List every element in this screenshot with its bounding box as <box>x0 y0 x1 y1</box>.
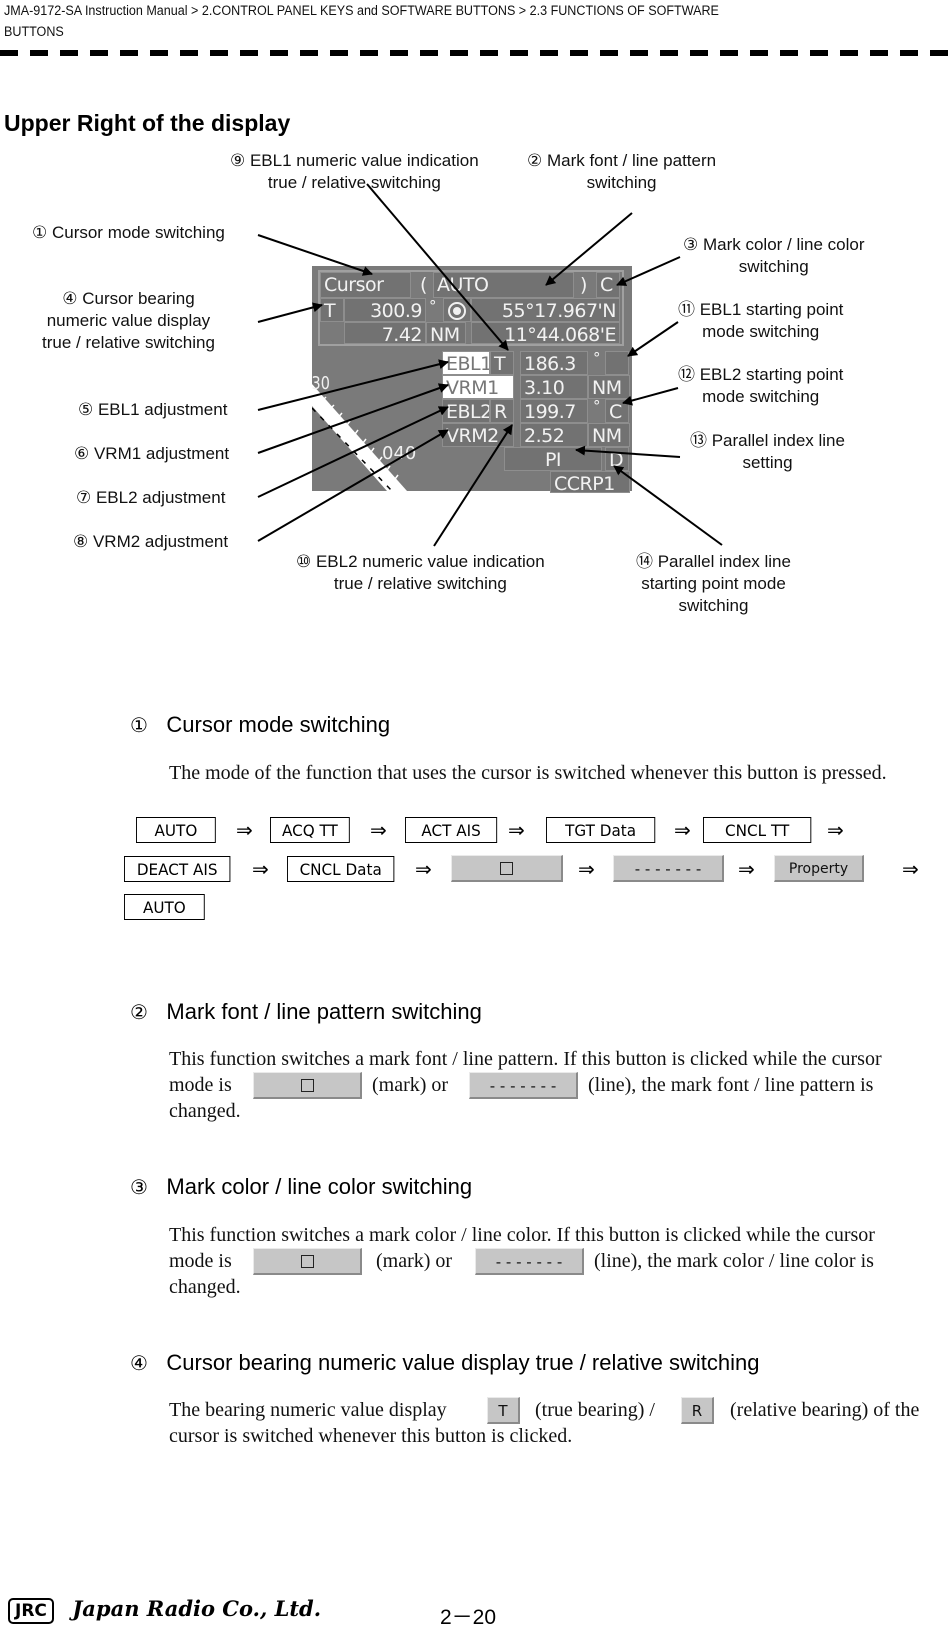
company-name: Japan Radio Co., Ltd. <box>72 1596 322 1621</box>
item-4-text-line2: cursor is switched whenever this button … <box>169 1425 573 1447</box>
leader-7 <box>257 406 449 498</box>
item-3-text-pre: mode is <box>169 1250 232 1272</box>
mode-property-button: Property <box>774 855 864 882</box>
flow-arrow: ⇒ <box>578 857 595 881</box>
leader-10 <box>433 424 513 547</box>
item-2-title: Mark font / line pattern switching <box>166 999 482 1024</box>
mark-button <box>253 1072 362 1099</box>
item-2-text: This function switches a mark font / lin… <box>169 1046 949 1124</box>
leader-4 <box>257 302 323 323</box>
item-3-heading: ③ Mark color / line color switching <box>130 1174 472 1200</box>
leader-11 <box>627 321 679 357</box>
item-3-text-mid: (mark) or <box>376 1250 453 1272</box>
item-4-heading: ④ Cursor bearing numeric value display t… <box>130 1350 759 1376</box>
flow-arrow: ⇒ <box>902 857 919 881</box>
jrc-logo: JRC <box>8 1598 54 1624</box>
leader-12 <box>622 387 679 406</box>
item-3-number: ③ <box>130 1177 148 1199</box>
item-2-number: ② <box>130 1002 148 1024</box>
item-4-number: ④ <box>130 1353 148 1375</box>
mode-auto: AUTO <box>136 817 216 843</box>
line-pattern-button: - - - - - - - <box>469 1072 578 1099</box>
item-3-text: This function switches a mark color / li… <box>169 1222 949 1300</box>
item-3-title: Mark color / line color switching <box>166 1174 473 1199</box>
leader-2 <box>545 212 633 286</box>
item-2-text-mid: (mark) or <box>372 1074 449 1096</box>
item-3-text-line1: This function switches a mark color / li… <box>169 1224 875 1246</box>
flow-arrow: ⇒ <box>236 818 253 842</box>
mark-button <box>253 1248 362 1275</box>
item-2-text-line2: mode is (mark) or - - - - - - - (line), … <box>169 1072 949 1099</box>
item-2-text-post: (line), the mark font / line pattern is <box>588 1074 874 1096</box>
item-1-heading: ① Cursor mode switching <box>130 712 390 738</box>
callout-leader-lines <box>257 183 723 547</box>
item-2-heading: ② Mark font / line pattern switching <box>130 999 482 1025</box>
mode-cncl-tt: CNCL TT <box>703 817 812 843</box>
item-1-number: ① <box>130 715 148 737</box>
mode-mark-button <box>451 855 563 882</box>
item-4-text-pre: The bearing numeric value display <box>169 1399 447 1421</box>
flow-arrow: ⇒ <box>738 857 755 881</box>
leader-6 <box>257 383 449 454</box>
item-3-text-line3: changed. <box>169 1276 241 1298</box>
leader-9 <box>366 183 509 351</box>
item-3-text-line2: mode is (mark) or - - - - - - - (line), … <box>169 1248 949 1275</box>
leader-3 <box>616 256 681 286</box>
item-4-title: Cursor bearing numeric value display tru… <box>166 1350 760 1375</box>
true-bearing-button: T <box>487 1397 520 1424</box>
mode-tgt-data: TGT Data <box>546 817 656 843</box>
item-4-text-line1: The bearing numeric value display T (tru… <box>169 1397 949 1424</box>
item-2-text-line1: This function switches a mark font / lin… <box>169 1048 882 1070</box>
mode-auto-return: AUTO <box>124 894 205 920</box>
item-3-text-post: (line), the mark color / line color is <box>594 1250 874 1272</box>
flow-arrow: ⇒ <box>415 857 432 881</box>
item-2-text-line3: changed. <box>169 1100 241 1122</box>
item-4-text: The bearing numeric value display T (tru… <box>169 1397 949 1449</box>
mode-acq-tt: ACQ TT <box>270 817 350 843</box>
leader-8 <box>257 429 449 542</box>
flow-arrow: ⇒ <box>252 857 269 881</box>
item-4-text-mid: (true bearing) / <box>535 1399 655 1421</box>
leader-13 <box>575 445 681 458</box>
leader-5 <box>257 359 449 411</box>
mode-deact-ais: DEACT AIS <box>124 856 231 882</box>
mode-line-button: - - - - - - - <box>613 855 724 882</box>
footer-logo: JRC Japan Radio Co., Ltd. <box>8 1596 321 1624</box>
flow-arrow: ⇒ <box>370 818 387 842</box>
square-mark-icon <box>500 861 513 875</box>
mode-act-ais: ACT AIS <box>405 817 498 843</box>
item-4-text-post: (relative bearing) of the <box>730 1399 920 1421</box>
line-pattern-button: - - - - - - - <box>475 1248 584 1275</box>
flow-arrow: ⇒ <box>508 818 525 842</box>
mode-cncl-data: CNCL Data <box>287 856 395 882</box>
item-2-text-pre: mode is <box>169 1074 232 1096</box>
square-mark-icon <box>300 1078 314 1092</box>
flow-arrow: ⇒ <box>827 818 844 842</box>
flow-arrow: ⇒ <box>674 818 691 842</box>
item-1-title: Cursor mode switching <box>166 712 391 737</box>
item-1-text: The mode of the function that uses the c… <box>169 762 887 784</box>
page-number: 2－20 <box>440 1606 497 1629</box>
leader-14 <box>613 465 723 546</box>
square-mark-icon <box>300 1254 314 1268</box>
leader-1 <box>257 234 373 276</box>
relative-bearing-button: R <box>681 1397 714 1424</box>
